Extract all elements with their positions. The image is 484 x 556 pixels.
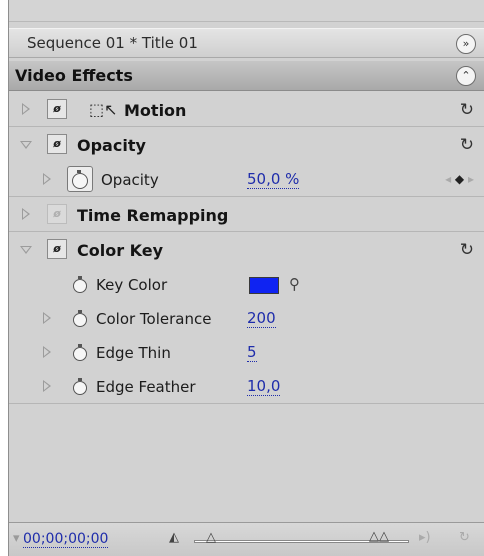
fx-toggle-icon[interactable]: ø (47, 239, 67, 259)
sequence-header[interactable]: Sequence 01 * Title 01 » (9, 28, 484, 58)
param-label-edge-feather: Edge Feather (96, 378, 196, 396)
reset-icon[interactable]: ↻ (460, 100, 474, 120)
effect-row-opacity[interactable]: ø Opacity ↻ (9, 128, 484, 162)
effect-row-motion[interactable]: ø ⬚↖ Motion ↻ (9, 93, 484, 127)
fx-toggle-icon[interactable]: ø (47, 134, 67, 154)
stopwatch-icon[interactable] (73, 344, 87, 361)
expand-triangle-icon[interactable] (22, 103, 30, 115)
sequence-title: Sequence 01 * Title 01 (27, 34, 198, 52)
param-label-edge-thin: Edge Thin (96, 344, 171, 362)
reset-icon[interactable]: ↻ (460, 135, 474, 155)
effect-row-time-remapping[interactable]: ø Time Remapping (9, 198, 484, 232)
stopwatch-icon[interactable] (73, 310, 87, 327)
expand-triangle-icon[interactable] (22, 208, 30, 220)
edge-feather-value[interactable]: 10,0 (247, 378, 281, 396)
panel-top-strip (9, 0, 484, 22)
fx-toggle-icon: ø (47, 204, 67, 224)
param-row-color-tolerance[interactable]: Color Tolerance 200 (9, 302, 484, 336)
effect-label-time-remapping: Time Remapping (77, 206, 229, 225)
effect-controls-panel: Sequence 01 * Title 01 » Video Effects ⌃… (8, 0, 484, 556)
expand-triangle-icon[interactable] (43, 312, 51, 324)
param-row-key-color[interactable]: Key Color ⚲ (9, 268, 484, 302)
eyedropper-icon[interactable]: ⚲ (289, 275, 300, 293)
param-row-edge-feather[interactable]: Edge Feather 10,0 (9, 370, 484, 404)
playhead-icon: ▾ (13, 531, 20, 546)
collapse-all-button[interactable]: ⌃ (456, 66, 476, 86)
loop-icon[interactable]: ↻ (459, 530, 470, 545)
opacity-value[interactable]: 50,0 % (247, 171, 300, 189)
expand-triangle-icon[interactable] (43, 346, 51, 358)
zoom-out-icon[interactable]: ◭ (169, 530, 179, 545)
reset-icon[interactable]: ↻ (460, 240, 474, 260)
zoom-handle-icon[interactable]: △ (206, 530, 216, 545)
param-label-opacity: Opacity (101, 171, 159, 189)
fx-toggle-icon[interactable]: ø (47, 99, 67, 119)
param-label-color-tolerance: Color Tolerance (96, 310, 212, 328)
param-label-key-color: Key Color (96, 276, 168, 294)
show-timeline-button[interactable]: » (456, 34, 476, 54)
zoom-in-icon[interactable]: △△ (369, 529, 389, 544)
stopwatch-icon[interactable] (73, 276, 87, 293)
video-effects-header[interactable]: Video Effects ⌃ (9, 61, 484, 91)
collapse-triangle-icon[interactable] (20, 141, 32, 149)
effect-row-color-key[interactable]: ø Color Key ↻ (9, 233, 484, 267)
effect-label-motion: Motion (124, 101, 187, 120)
motion-transform-icon[interactable]: ⬚↖ (89, 100, 118, 119)
keyframe-navigator[interactable]: ◂ ◆ ▸ (445, 172, 474, 186)
stopwatch-icon[interactable] (72, 170, 88, 189)
expand-triangle-icon[interactable] (43, 380, 51, 392)
panel-footer: ▾ 00;00;00;00 ◭ △ △△ ▸) ↻ (9, 522, 484, 556)
effect-label-color-key: Color Key (77, 241, 164, 260)
edge-thin-value[interactable]: 5 (247, 344, 257, 362)
collapse-triangle-icon[interactable] (20, 246, 32, 254)
current-time-display[interactable]: 00;00;00;00 (23, 531, 109, 548)
effect-label-opacity: Opacity (77, 136, 146, 155)
param-row-edge-thin[interactable]: Edge Thin 5 (9, 336, 484, 370)
key-color-swatch[interactable] (249, 277, 279, 294)
video-effects-title: Video Effects (15, 66, 133, 85)
color-tolerance-value[interactable]: 200 (247, 310, 276, 328)
stopwatch-icon[interactable] (73, 378, 87, 395)
param-row-opacity[interactable]: Opacity 50,0 % ◂ ◆ ▸ (9, 163, 484, 197)
expand-triangle-icon[interactable] (43, 173, 51, 185)
play-audio-icon[interactable]: ▸) (419, 530, 431, 545)
